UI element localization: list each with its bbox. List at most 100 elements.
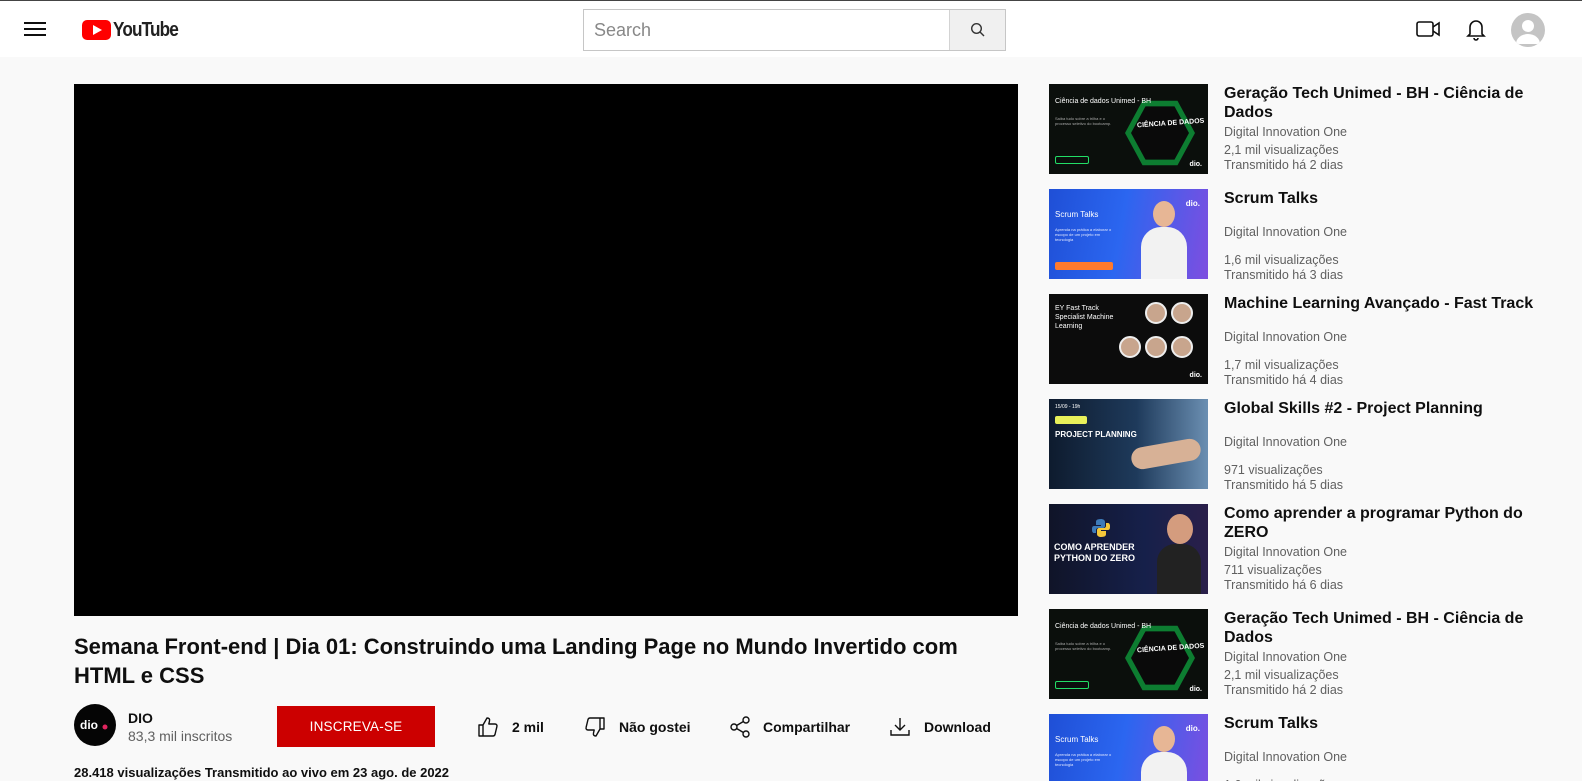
thumb-headline: Ciência de dados Unimed - BH [1055, 623, 1152, 630]
recommendation-item[interactable]: 15/09 - 19h PROJECT PLANNING Global Skil… [1049, 399, 1569, 492]
download-button[interactable]: Download [888, 713, 991, 741]
thumb-brand: dio. [1189, 372, 1202, 379]
video-thumbnail[interactable]: 15/09 - 19h PROJECT PLANNING [1049, 399, 1208, 489]
recommendation-item[interactable]: CIÊNCIA DE DADOS Ciência de dados Unimed… [1049, 609, 1569, 699]
video-thumbnail[interactable]: EY Fast Track Specialist Machine Learnin… [1049, 294, 1208, 384]
thumb-subtext: Saiba tudo sobre a trilha e o processo s… [1055, 116, 1112, 126]
thumb-face [1171, 336, 1193, 358]
like-button[interactable]: 2 mil [476, 713, 544, 741]
recommendation-item[interactable]: COMO APRENDER PYTHON DO ZERO Como aprende… [1049, 504, 1569, 594]
recommendation-channel[interactable]: Digital Innovation One [1224, 330, 1347, 344]
video-camera-icon [1416, 21, 1440, 37]
top-bar: YouTube [0, 0, 1582, 57]
thumb-face [1145, 302, 1167, 324]
recommendation-views: 1,7 mil visualizações [1224, 358, 1339, 372]
recommendation-views: 971 visualizações [1224, 463, 1323, 477]
thumb-headline: EY Fast Track Specialist Machine Learnin… [1055, 305, 1114, 330]
recommendation-title[interactable]: Geração Tech Unimed - BH - Ciência de Da… [1224, 84, 1554, 122]
recommendation-channel[interactable]: Digital Innovation One [1224, 435, 1347, 449]
menu-icon[interactable] [22, 18, 48, 40]
thumb-subtext: Aprenda na prática a elaborar o escopo d… [1055, 227, 1112, 242]
recommendation-time: Transmitido há 2 dias [1224, 158, 1344, 172]
thumb-date: 15/09 - 19h [1055, 404, 1081, 410]
subscriber-count: 83,3 mil inscritos [128, 728, 233, 744]
bell-icon [1466, 20, 1486, 41]
recommendation-time: Transmitido há 3 dias [1224, 268, 1344, 282]
thumb-brand: dio. [1185, 199, 1200, 208]
thumb-subtext: Saiba tudo sobre a trilha e o processo s… [1055, 641, 1112, 651]
recommendation-title[interactable]: Scrum Talks [1224, 189, 1554, 208]
recommendation-views: 2,1 mil visualizações [1224, 143, 1339, 157]
thumb-person [1141, 722, 1187, 781]
python-logo-icon [1092, 519, 1110, 537]
youtube-logo[interactable]: YouTube [82, 18, 189, 42]
recommendation-title[interactable]: Global Skills #2 - Project Planning [1224, 399, 1554, 418]
video-thumbnail[interactable]: CIÊNCIA DE DADOS Ciência de dados Unimed… [1049, 84, 1208, 174]
thumb-face [1171, 302, 1193, 324]
recommendation-title[interactable]: Como aprender a programar Python do ZERO [1224, 504, 1554, 542]
thumb-headline: Ciência de dados Unimed - BH [1055, 98, 1152, 105]
like-count: 2 mil [512, 719, 544, 735]
svg-text:dio: dio [80, 718, 98, 732]
recommendation-views: 1,6 mil visualizações [1224, 253, 1339, 267]
thumb-face [1119, 336, 1141, 358]
video-thumbnail[interactable]: CIÊNCIA DE DADOS Ciência de dados Unimed… [1049, 609, 1208, 699]
search-input[interactable] [584, 10, 949, 50]
video-thumbnail[interactable]: Scrum Talks Aprenda na prática a elabora… [1049, 189, 1208, 279]
search-icon [970, 22, 984, 37]
youtube-play-icon [82, 20, 111, 40]
channel-avatar[interactable]: dio [74, 704, 116, 746]
recommendation-title[interactable]: Machine Learning Avançado - Fast Track [1224, 294, 1554, 313]
recommendation-item[interactable]: Scrum Talks Aprenda na prática a elabora… [1049, 189, 1569, 282]
share-label: Compartilhar [763, 719, 851, 735]
recommendation-channel[interactable]: Digital Innovation One [1224, 650, 1347, 664]
dislike-label: Não gostei [619, 719, 691, 735]
avatar-icon [1516, 20, 1540, 44]
recommendation-time: Transmitido há 5 dias [1224, 478, 1344, 492]
subscribe-button[interactable]: INSCREVA-SE [277, 706, 435, 747]
recommendation-title[interactable]: Geração Tech Unimed - BH - Ciência de Da… [1224, 609, 1554, 647]
thumb-headline: Scrum Talks [1055, 735, 1099, 744]
recommendation-time: Transmitido há 4 dias [1224, 373, 1344, 387]
dislike-button[interactable]: Não gostei [583, 713, 691, 741]
thumb-subtext: Aprenda na prática a elaborar o escopo d… [1055, 752, 1112, 767]
recommendation-channel[interactable]: Digital Innovation One [1224, 125, 1347, 139]
video-thumbnail[interactable]: Scrum Talks Aprenda na prática a elabora… [1049, 714, 1208, 781]
download-label: Download [924, 719, 991, 735]
video-thumbnail[interactable]: COMO APRENDER PYTHON DO ZERO [1049, 504, 1208, 594]
video-player[interactable] [74, 84, 1018, 616]
thumb-brand: dio. [1185, 724, 1200, 733]
recommendation-item[interactable]: CIÊNCIA DE DADOS Ciência de dados Unimed… [1049, 84, 1569, 174]
recommendation-item[interactable]: EY Fast Track Specialist Machine Learnin… [1049, 294, 1569, 387]
notifications-button[interactable] [1463, 16, 1489, 42]
share-icon [730, 716, 750, 738]
create-video-button[interactable] [1415, 16, 1441, 42]
thumb-headline: Scrum Talks [1055, 210, 1099, 219]
thumb-button-shape [1055, 262, 1113, 270]
thumb-person [1157, 512, 1201, 594]
recommendation-views: 2,1 mil visualizações [1224, 668, 1339, 682]
channel-name[interactable]: DIO [128, 710, 153, 726]
thumb-tag [1055, 416, 1087, 424]
thumbs-down-icon [585, 717, 605, 737]
share-button[interactable]: Compartilhar [729, 713, 850, 741]
thumb-headline: COMO APRENDER PYTHON DO ZERO [1054, 542, 1136, 563]
account-avatar[interactable] [1511, 13, 1545, 47]
thumb-headline: PROJECT PLANNING [1055, 430, 1137, 439]
thumb-button-shape [1055, 681, 1089, 689]
search-button[interactable] [949, 10, 1005, 50]
download-icon [890, 718, 910, 736]
recommendation-channel[interactable]: Digital Innovation One [1224, 225, 1347, 239]
dio-logo-icon: dio [80, 718, 108, 732]
thumbs-up-icon [478, 717, 498, 737]
video-stats: 28.418 visualizações Transmitido ao vivo… [74, 765, 450, 780]
search-bar [583, 9, 1006, 51]
recommendation-channel[interactable]: Digital Innovation One [1224, 750, 1347, 764]
recommendation-item[interactable]: Scrum Talks Aprenda na prática a elabora… [1049, 714, 1569, 781]
recommendation-time: Transmitido há 6 dias [1224, 578, 1344, 592]
logo-text: YouTube [113, 18, 179, 41]
recommendation-title[interactable]: Scrum Talks [1224, 714, 1554, 733]
thumb-brand: dio. [1189, 161, 1202, 168]
recommendation-channel[interactable]: Digital Innovation One [1224, 545, 1347, 559]
video-title: Semana Front-end | Dia 01: Construindo u… [74, 634, 958, 688]
